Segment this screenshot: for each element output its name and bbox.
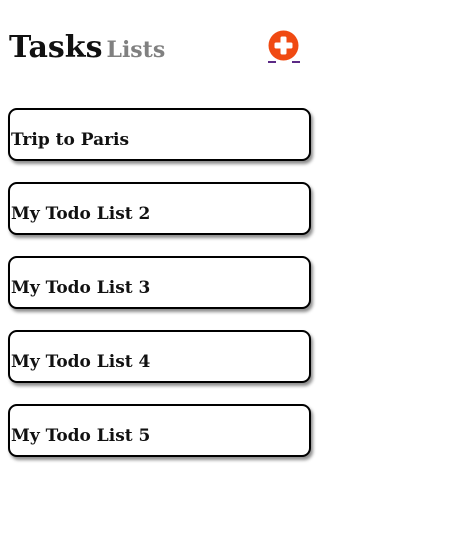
list-item[interactable]: My Todo List 4	[8, 330, 311, 383]
list-item-label: My Todo List 5	[11, 426, 151, 446]
list-item[interactable]: My Todo List 5	[8, 404, 311, 457]
todo-lists: Trip to Paris My Todo List 2 My Todo Lis…	[8, 108, 312, 478]
list-item[interactable]: Trip to Paris	[8, 108, 311, 161]
page-header: Tasks Lists	[9, 30, 309, 70]
subtitle-text: Lists	[106, 37, 166, 63]
list-item-label: My Todo List 4	[11, 352, 151, 372]
page-title: Tasks Lists	[9, 30, 165, 68]
link-underline	[268, 61, 300, 63]
list-item-label: My Todo List 2	[11, 204, 151, 224]
list-item-label: Trip to Paris	[11, 130, 130, 150]
list-item[interactable]: My Todo List 3	[8, 256, 311, 309]
list-item[interactable]: My Todo List 2	[8, 182, 311, 235]
list-item-label: My Todo List 3	[11, 278, 151, 298]
title-text: Tasks	[9, 30, 103, 65]
plus-circle-icon	[268, 30, 299, 61]
add-list-button[interactable]	[267, 30, 301, 64]
